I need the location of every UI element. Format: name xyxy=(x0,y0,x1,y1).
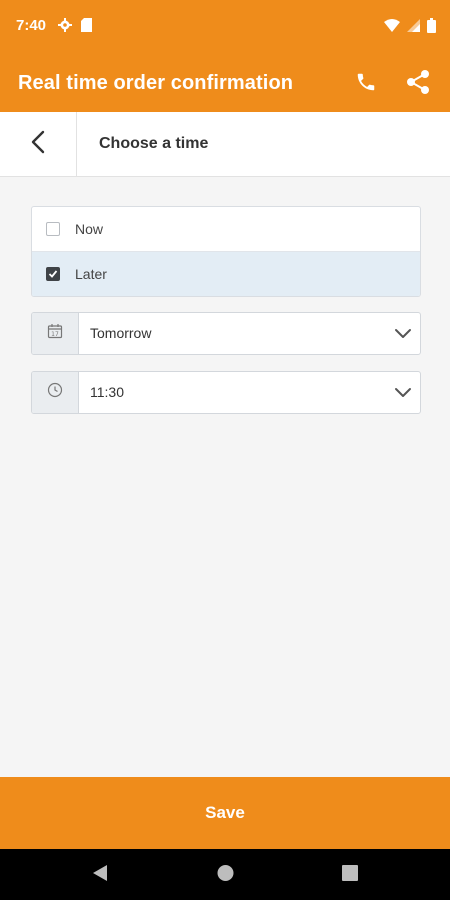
status-icons-right xyxy=(384,18,436,38)
chevron-down-icon xyxy=(394,326,412,344)
date-select-prefix: 17 xyxy=(32,313,79,354)
phone-icon xyxy=(355,71,377,98)
share-button[interactable] xyxy=(398,68,438,100)
clock-icon xyxy=(47,382,63,403)
sub-header: Choose a time xyxy=(0,112,450,177)
save-button[interactable]: Save xyxy=(0,777,450,849)
status-icons-left xyxy=(58,18,92,37)
option-now-label: Now xyxy=(75,221,104,237)
nav-recents-button[interactable] xyxy=(341,863,359,888)
svg-text:17: 17 xyxy=(51,331,59,338)
status-time: 7:40 xyxy=(16,17,47,34)
option-later[interactable]: Later xyxy=(32,252,420,296)
app-bar: Real time order confirmation xyxy=(0,56,450,112)
back-triangle-icon xyxy=(91,865,109,887)
date-select-value: Tomorrow xyxy=(90,325,152,341)
date-select[interactable]: 17 Tomorrow xyxy=(31,312,421,355)
chevron-down-icon xyxy=(394,385,412,403)
option-later-label: Later xyxy=(75,266,107,282)
now-checkbox[interactable] xyxy=(46,222,60,236)
time-select-value: 11:30 xyxy=(90,384,124,400)
nav-back-button[interactable] xyxy=(91,863,109,888)
share-icon xyxy=(405,69,431,100)
option-now[interactable]: Now xyxy=(32,207,420,252)
page-title: Choose a time xyxy=(99,135,209,152)
call-button[interactable] xyxy=(346,68,386,100)
wifi-icon xyxy=(384,19,400,37)
signal-icon xyxy=(407,19,420,37)
time-select-prefix xyxy=(32,372,79,413)
time-select[interactable]: 11:30 xyxy=(31,371,421,414)
time-mode-options: Now Later xyxy=(31,206,421,297)
later-checkbox[interactable] xyxy=(46,267,60,281)
chevron-left-icon xyxy=(31,130,45,159)
app-actions xyxy=(346,68,438,100)
nav-home-button[interactable] xyxy=(216,863,235,888)
settings-icon xyxy=(58,18,72,37)
app-title: Real time order confirmation xyxy=(18,72,294,94)
calendar-icon: 17 xyxy=(47,323,63,344)
battery-icon xyxy=(427,18,436,38)
status-bar: 7:40 xyxy=(0,0,450,56)
back-button[interactable] xyxy=(0,112,77,176)
sim-card-icon xyxy=(81,18,92,37)
home-circle-icon xyxy=(216,865,235,887)
save-label: Save xyxy=(205,803,245,822)
recents-square-icon xyxy=(341,865,359,887)
system-nav-bar xyxy=(0,849,450,900)
